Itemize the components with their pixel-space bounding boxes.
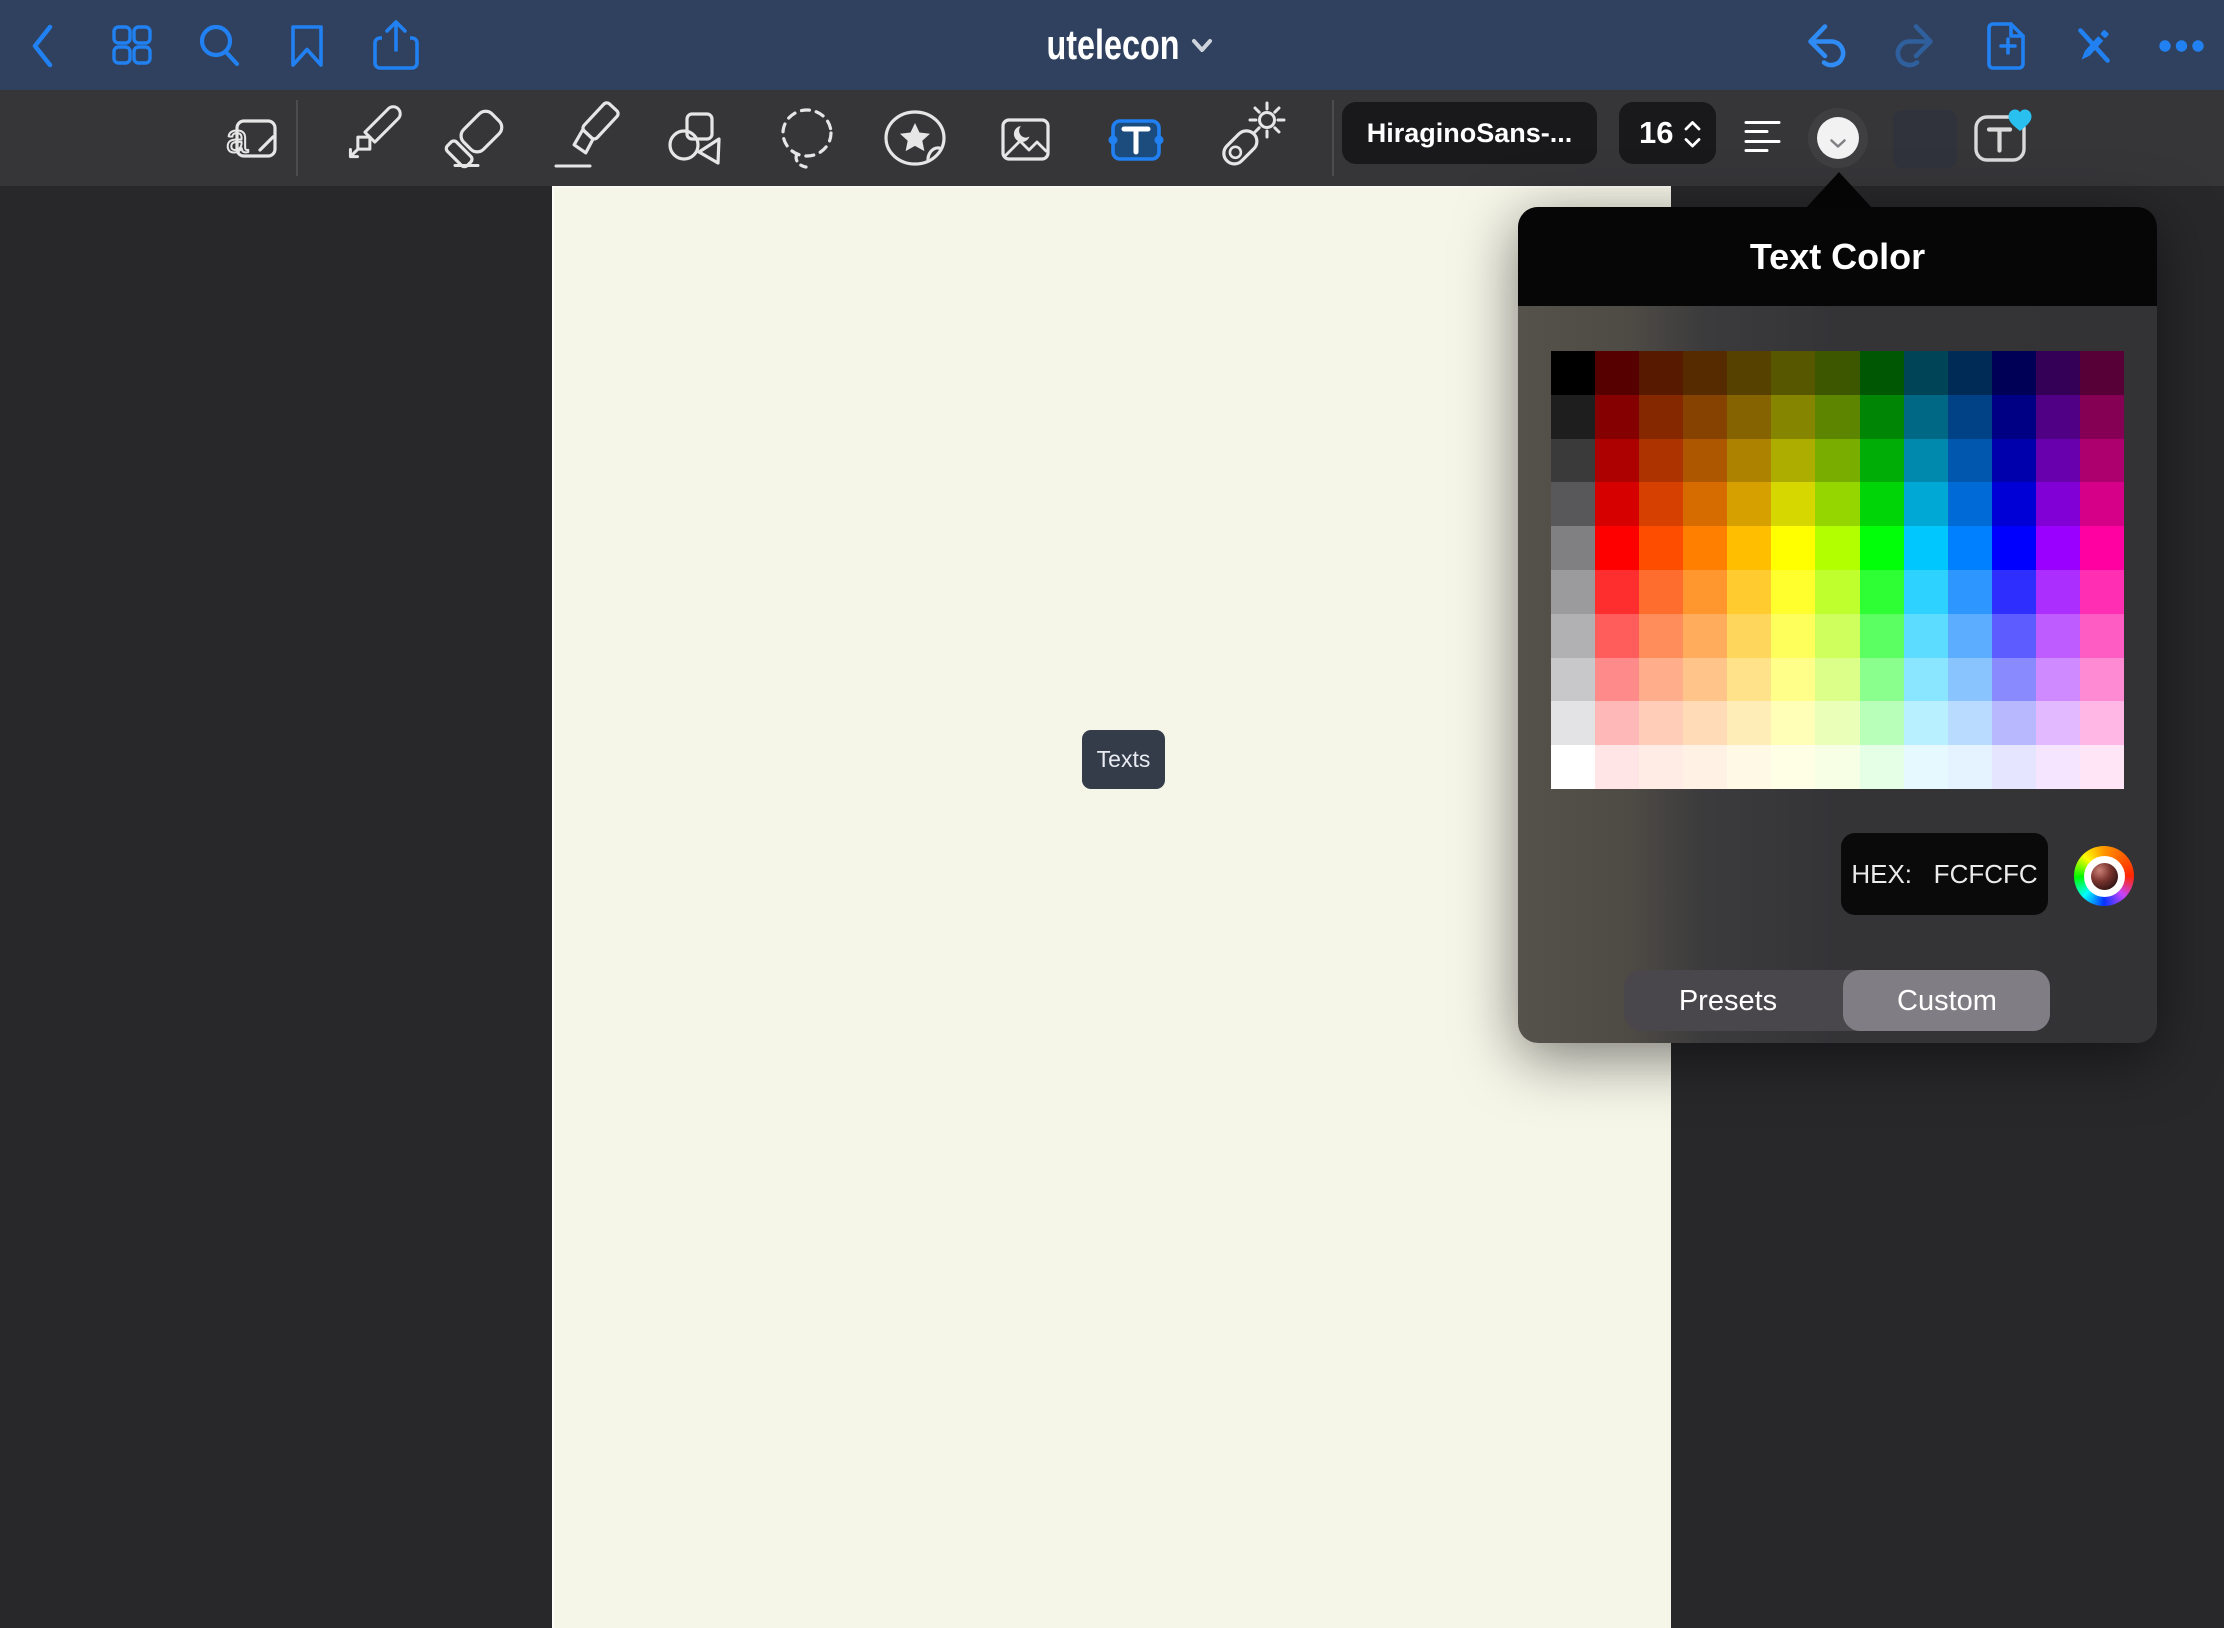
svg-text:a: a <box>226 117 249 161</box>
